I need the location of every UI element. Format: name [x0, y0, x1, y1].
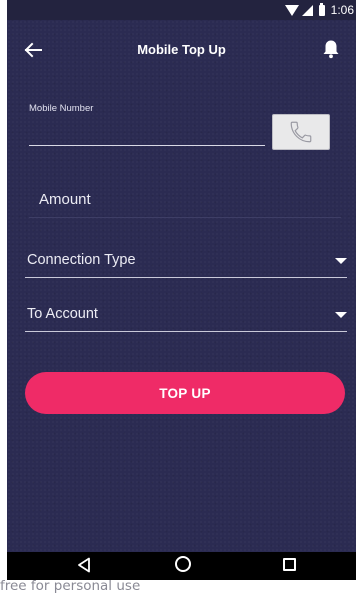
connection-type-label: Connection Type: [27, 252, 136, 268]
notifications-button[interactable]: [320, 38, 342, 60]
page-title: Mobile Top Up: [137, 42, 226, 57]
bell-icon: [323, 40, 339, 59]
caret-down-icon: [335, 258, 347, 264]
caret-down-icon: [335, 312, 347, 318]
status-bar: 1:06: [7, 0, 356, 20]
connection-type-dropdown[interactable]: Connection Type: [25, 244, 347, 278]
phone-icon: [290, 121, 312, 143]
battery-icon: [318, 2, 325, 16]
signal-icon: [301, 4, 313, 16]
triangle-back-icon: [78, 557, 90, 573]
nav-home-button[interactable]: [175, 556, 191, 572]
amount-input[interactable]: [29, 182, 341, 218]
contact-picker-button[interactable]: [272, 114, 330, 150]
watermark-text: free for personal use: [0, 578, 141, 594]
to-account-dropdown[interactable]: To Account: [25, 298, 347, 332]
wifi-icon: [284, 4, 299, 16]
mobile-number-input[interactable]: [29, 112, 265, 146]
navigation-bar: [7, 552, 356, 580]
top-up-button[interactable]: TOP UP: [25, 372, 345, 414]
nav-recents-button[interactable]: [283, 558, 296, 571]
to-account-label: To Account: [27, 306, 98, 322]
phone-screen: 1:06 Mobile Top Up Mobile Number Connect…: [7, 0, 356, 580]
status-time: 1:06: [330, 3, 354, 17]
app-bar: Mobile Top Up: [7, 20, 356, 80]
status-icons: 1:06: [284, 2, 354, 18]
nav-back-button[interactable]: [75, 556, 93, 574]
